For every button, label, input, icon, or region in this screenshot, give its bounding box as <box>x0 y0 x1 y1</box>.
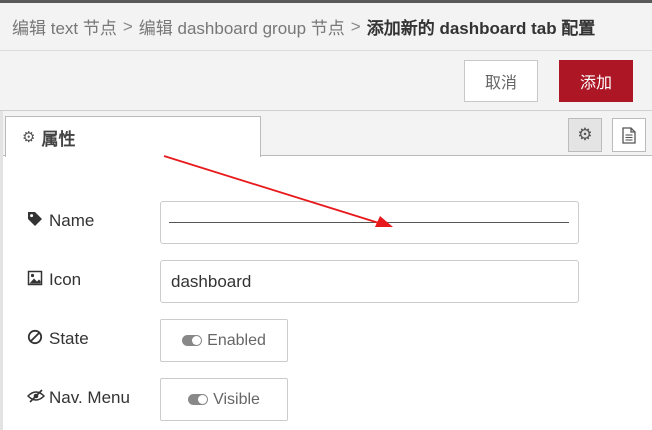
gear-icon: ⚙ <box>22 129 36 146</box>
eye-slash-icon <box>26 388 46 408</box>
nav-menu-label-text: Nav. Menu <box>49 388 130 407</box>
breadcrumb-current: 添加新的 dashboard tab 配置 <box>366 19 596 38</box>
toggle-switch-icon <box>188 394 209 405</box>
state-label: State <box>27 327 89 351</box>
icon-label: Icon <box>27 268 81 292</box>
panel-left-border <box>0 111 3 430</box>
state-toggle-label: Enabled <box>207 331 266 349</box>
ban-icon <box>27 329 45 349</box>
description-tab-button[interactable] <box>612 118 646 152</box>
icon-label-text: Icon <box>49 270 82 289</box>
nav-menu-toggle-label: Visible <box>213 390 260 408</box>
dialog-toolbar: 取消 添加 <box>0 51 652 111</box>
cancel-button[interactable]: 取消 <box>464 60 538 102</box>
breadcrumb: 编辑 text 节点 > 编辑 dashboard group 节点 > 添加新… <box>0 3 652 51</box>
state-toggle-button[interactable]: Enabled <box>160 319 288 362</box>
name-label-text: Name <box>49 211 95 230</box>
tab-properties-label: 属性 <box>41 129 76 149</box>
document-icon <box>622 126 636 144</box>
name-input-underline <box>169 222 569 223</box>
icon-input[interactable] <box>160 260 579 303</box>
settings-tab-button[interactable]: ⚙ <box>568 118 602 152</box>
image-icon <box>27 270 45 290</box>
tab-properties[interactable]: ⚙ 属性 <box>5 116 261 157</box>
edit-dialog: 编辑 text 节点 > 编辑 dashboard group 节点 > 添加新… <box>0 0 652 430</box>
tag-icon <box>27 211 45 231</box>
breadcrumb-item-text-node[interactable]: 编辑 text 节点 <box>12 14 117 39</box>
breadcrumb-separator: > <box>350 16 361 36</box>
breadcrumb-item-group-node[interactable]: 编辑 dashboard group 节点 <box>139 14 345 39</box>
tab-bar: ⚙ 属性 <box>0 111 652 157</box>
name-label: Name <box>27 209 94 233</box>
add-button[interactable]: 添加 <box>559 60 633 102</box>
toggle-switch-icon <box>182 335 203 346</box>
nav-menu-toggle-button[interactable]: Visible <box>160 378 288 421</box>
state-label-text: State <box>49 329 89 348</box>
gear-icon: ⚙ <box>577 125 593 144</box>
breadcrumb-separator: > <box>122 16 133 36</box>
nav-menu-label: Nav. Menu <box>26 386 130 410</box>
